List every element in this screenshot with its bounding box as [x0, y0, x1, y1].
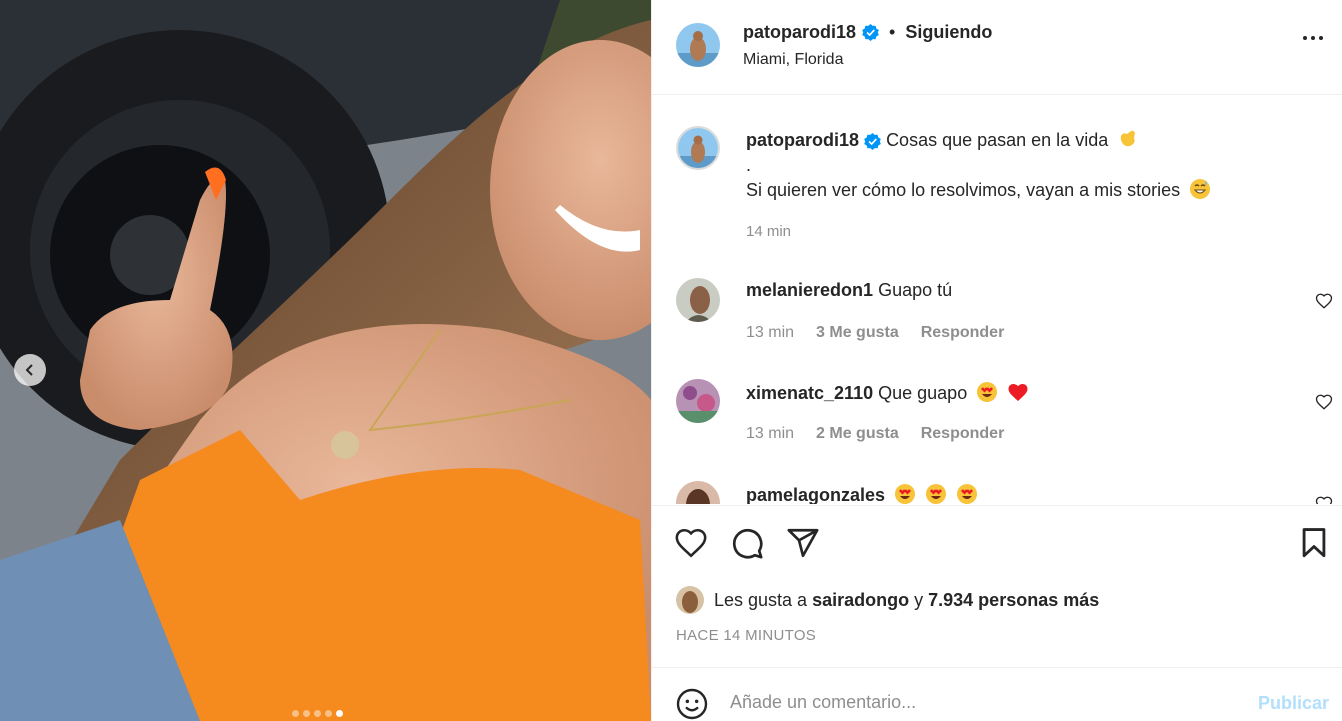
comment-time[interactable]: 13 min [746, 425, 794, 443]
comment-username[interactable]: pamelagonzales [746, 485, 885, 504]
comment-reply-button[interactable]: Responder [921, 425, 1005, 443]
comments-area[interactable]: patoparodi18 Cosas que pasan en la vida … [652, 96, 1342, 504]
post-photo [0, 0, 651, 721]
emoji-icon[interactable] [676, 688, 708, 720]
likes-middle: y [914, 589, 924, 610]
avatar[interactable] [676, 23, 720, 67]
bookmark-icon[interactable] [1297, 526, 1331, 560]
caption-line-3: Si quieren ver cómo lo resolvimos, vayan… [746, 180, 1181, 200]
carousel-dot [292, 710, 299, 717]
caption-timestamp[interactable]: 14 min [746, 223, 791, 240]
likes-prefix: Les gusta a [714, 589, 808, 610]
comment-text: Guapo tú [878, 280, 953, 300]
comment-time[interactable]: 13 min [746, 324, 794, 342]
carousel-dot [303, 710, 310, 717]
heart-icon[interactable] [674, 526, 708, 560]
header-username[interactable]: patoparodi18 [743, 22, 856, 43]
caption-line-2: . [746, 155, 752, 175]
verified-badge-icon [864, 132, 881, 150]
carousel-dot-active [336, 710, 343, 717]
comment-username[interactable]: melanieredon1 [746, 280, 873, 300]
heart-icon[interactable] [1315, 292, 1333, 310]
comment-icon[interactable] [730, 526, 764, 560]
sweat-smile-emoji-icon [1190, 179, 1211, 199]
heart-eyes-emoji-icon [895, 484, 916, 504]
comment-item: ximenatc_2110 Que guapo 13 min 2 Me gust… [652, 379, 1342, 459]
comment-likes-count[interactable]: 3 Me gusta [816, 324, 899, 342]
share-icon[interactable] [786, 526, 820, 560]
comment-avatar[interactable] [676, 481, 720, 504]
heart-eyes-emoji-icon [957, 484, 978, 504]
heart-eyes-emoji-icon [977, 382, 998, 402]
following-button[interactable]: Siguiendo [905, 22, 992, 43]
verified-badge-icon [862, 24, 879, 41]
heart-eyes-emoji-icon [926, 484, 947, 504]
carousel-dots [292, 710, 343, 717]
comment-text: Que guapo [878, 383, 968, 403]
liker-avatar[interactable] [676, 586, 704, 614]
carousel-dot [314, 710, 321, 717]
chevron-left-icon [25, 364, 33, 376]
post-media[interactable] [0, 0, 651, 721]
comment-avatar[interactable] [676, 379, 720, 423]
post-header: patoparodi18 • Siguiendo Miami, Florida [652, 0, 1342, 95]
add-comment-bar: Publicar [652, 667, 1342, 721]
likes-summary: Les gusta a sairadongo y 7.934 personas … [676, 586, 1099, 614]
publish-button[interactable]: Publicar [1258, 693, 1329, 714]
comment-item: pamelagonzales [652, 481, 1342, 504]
post-side-panel: patoparodi18 • Siguiendo Miami, Florida [651, 0, 1342, 721]
post-actions: Les gusta a sairadongo y 7.934 personas … [652, 505, 1342, 667]
heart-icon[interactable] [1315, 393, 1333, 411]
post-timestamp[interactable]: HACE 14 MINUTOS [676, 627, 816, 644]
likes-others-link[interactable]: 7.934 personas más [928, 590, 1099, 610]
more-options-icon[interactable] [1303, 36, 1323, 40]
carousel-dot [325, 710, 332, 717]
heart-icon[interactable] [1315, 495, 1333, 504]
comment-username[interactable]: ximenatc_2110 [746, 383, 873, 403]
comment-likes-count[interactable]: 2 Me gusta [816, 425, 899, 443]
liker-username[interactable]: sairadongo [812, 590, 909, 610]
red-heart-emoji-icon [1008, 384, 1028, 401]
call-me-hand-emoji-icon [1120, 130, 1136, 147]
header-separator: • [889, 22, 896, 42]
carousel-prev-button[interactable] [14, 354, 46, 386]
comment-item: melanieredon1 Guapo tú 13 min 3 Me gusta… [652, 278, 1342, 358]
comment-avatar[interactable] [676, 278, 720, 322]
comment-reply-button[interactable]: Responder [921, 324, 1005, 342]
caption-line-1: Cosas que pasan en la vida [886, 130, 1109, 150]
post-location[interactable]: Miami, Florida [743, 51, 843, 69]
caption-avatar[interactable] [676, 126, 720, 170]
caption-username[interactable]: patoparodi18 [746, 130, 859, 150]
comment-input[interactable] [730, 692, 1240, 713]
